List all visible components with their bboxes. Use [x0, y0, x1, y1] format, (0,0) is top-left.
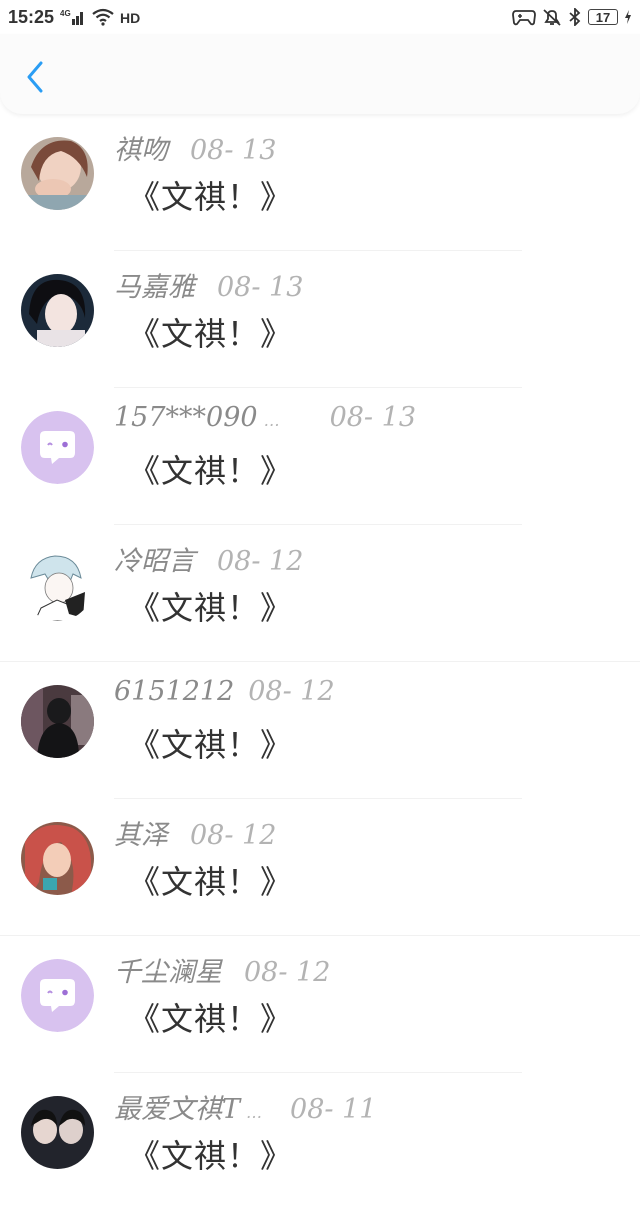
list-item[interactable]: 其泽 08- 12 《文祺！》 [0, 799, 640, 936]
avatar[interactable] [21, 548, 94, 621]
hd-label: HD [120, 10, 140, 26]
comment-meta: 6151212 08- 12 [114, 676, 335, 707]
bell-muted-icon [542, 8, 562, 26]
list-item[interactable]: 157***090 … 08- 13 《文祺！》 [0, 388, 640, 525]
username[interactable]: 冷昭言 [114, 539, 195, 578]
username-ellipsis: … [246, 1103, 263, 1122]
comment-text: 《文祺！》 [128, 863, 294, 901]
battery-level: 17 [595, 9, 611, 25]
comment-text: 《文祺！》 [128, 452, 294, 490]
back-button[interactable] [18, 60, 52, 94]
wifi-icon [92, 8, 114, 26]
username-ellipsis: … [263, 411, 280, 430]
comment-date: 08- 12 [248, 676, 335, 707]
username[interactable]: 其泽 [114, 813, 168, 852]
comment-text: 《文祺！》 [128, 315, 294, 353]
comment-meta: 千尘澜星 08- 12 [114, 950, 330, 989]
comment-text: 《文祺！》 [128, 726, 294, 764]
comment-text: 《文祺！》 [128, 1000, 294, 1038]
comment-date: 08- 11 [290, 1094, 377, 1125]
list-item[interactable]: 6151212 08- 12 《文祺！》 [0, 662, 640, 799]
bluetooth-icon [568, 8, 582, 26]
comment-date: 08- 13 [217, 272, 304, 303]
comment-meta: 其泽 08- 12 [114, 813, 276, 852]
list-item[interactable]: 冷昭言 08- 12 《文祺！》 [0, 525, 640, 662]
comment-text: 《文祺！》 [128, 589, 294, 627]
comment-date: 08- 13 [190, 135, 277, 166]
avatar[interactable] [21, 137, 94, 210]
username[interactable]: 6151212 [114, 676, 234, 707]
avatar[interactable] [21, 411, 94, 484]
list-item[interactable]: 马嘉雅 08- 13 《文祺！》 [0, 251, 640, 388]
avatar[interactable] [21, 822, 94, 895]
chevron-left-icon [27, 61, 43, 93]
charging-icon [624, 9, 632, 25]
default-avatar-chat-icon [21, 959, 94, 1032]
username[interactable]: 马嘉雅 [114, 265, 195, 304]
comment-list: 祺吻 08- 13 《文祺！》 马嘉雅 08- 13 《文祺！》 157***0… [0, 114, 640, 1210]
comment-date: 08- 13 [329, 402, 416, 433]
comment-meta: 157***090 … 08- 13 [114, 402, 416, 433]
nav-bar [0, 34, 640, 114]
game-controller-icon [512, 8, 536, 26]
cellular-signal-icon: 4G [60, 8, 86, 26]
comment-meta: 马嘉雅 08- 13 [114, 265, 303, 304]
list-item[interactable]: 最爱文祺T … 08- 11 《文祺！》 [0, 1073, 640, 1210]
hd-voice-icon: HD [120, 8, 142, 26]
status-time: 15:25 [8, 6, 55, 27]
status-left: 15:25 4G HD [8, 7, 142, 28]
avatar[interactable] [21, 274, 94, 347]
avatar[interactable] [21, 685, 94, 758]
default-avatar-chat-icon [21, 411, 94, 484]
network-type-label: 4G [60, 9, 71, 18]
status-right: 17 [512, 8, 632, 26]
username[interactable]: 千尘澜星 [114, 950, 222, 989]
comment-date: 08- 12 [244, 957, 331, 988]
avatar[interactable] [21, 959, 94, 1032]
username[interactable]: 157***090 [114, 402, 258, 433]
status-bar: 15:25 4G HD 17 [0, 0, 640, 34]
avatar[interactable] [21, 1096, 94, 1169]
comment-date: 08- 12 [217, 546, 304, 577]
username[interactable]: 祺吻 [114, 128, 168, 167]
list-item[interactable]: 祺吻 08- 13 《文祺！》 [0, 114, 640, 251]
battery-icon: 17 [588, 9, 618, 25]
comment-meta: 冷昭言 08- 12 [114, 539, 303, 578]
comment-date: 08- 12 [190, 820, 277, 851]
username[interactable]: 最爱文祺T [114, 1087, 240, 1126]
comment-text: 《文祺！》 [128, 178, 294, 216]
comment-meta: 最爱文祺T … 08- 11 [114, 1087, 376, 1126]
comment-meta: 祺吻 08- 13 [114, 128, 276, 167]
list-item[interactable]: 千尘澜星 08- 12 《文祺！》 [0, 936, 640, 1073]
